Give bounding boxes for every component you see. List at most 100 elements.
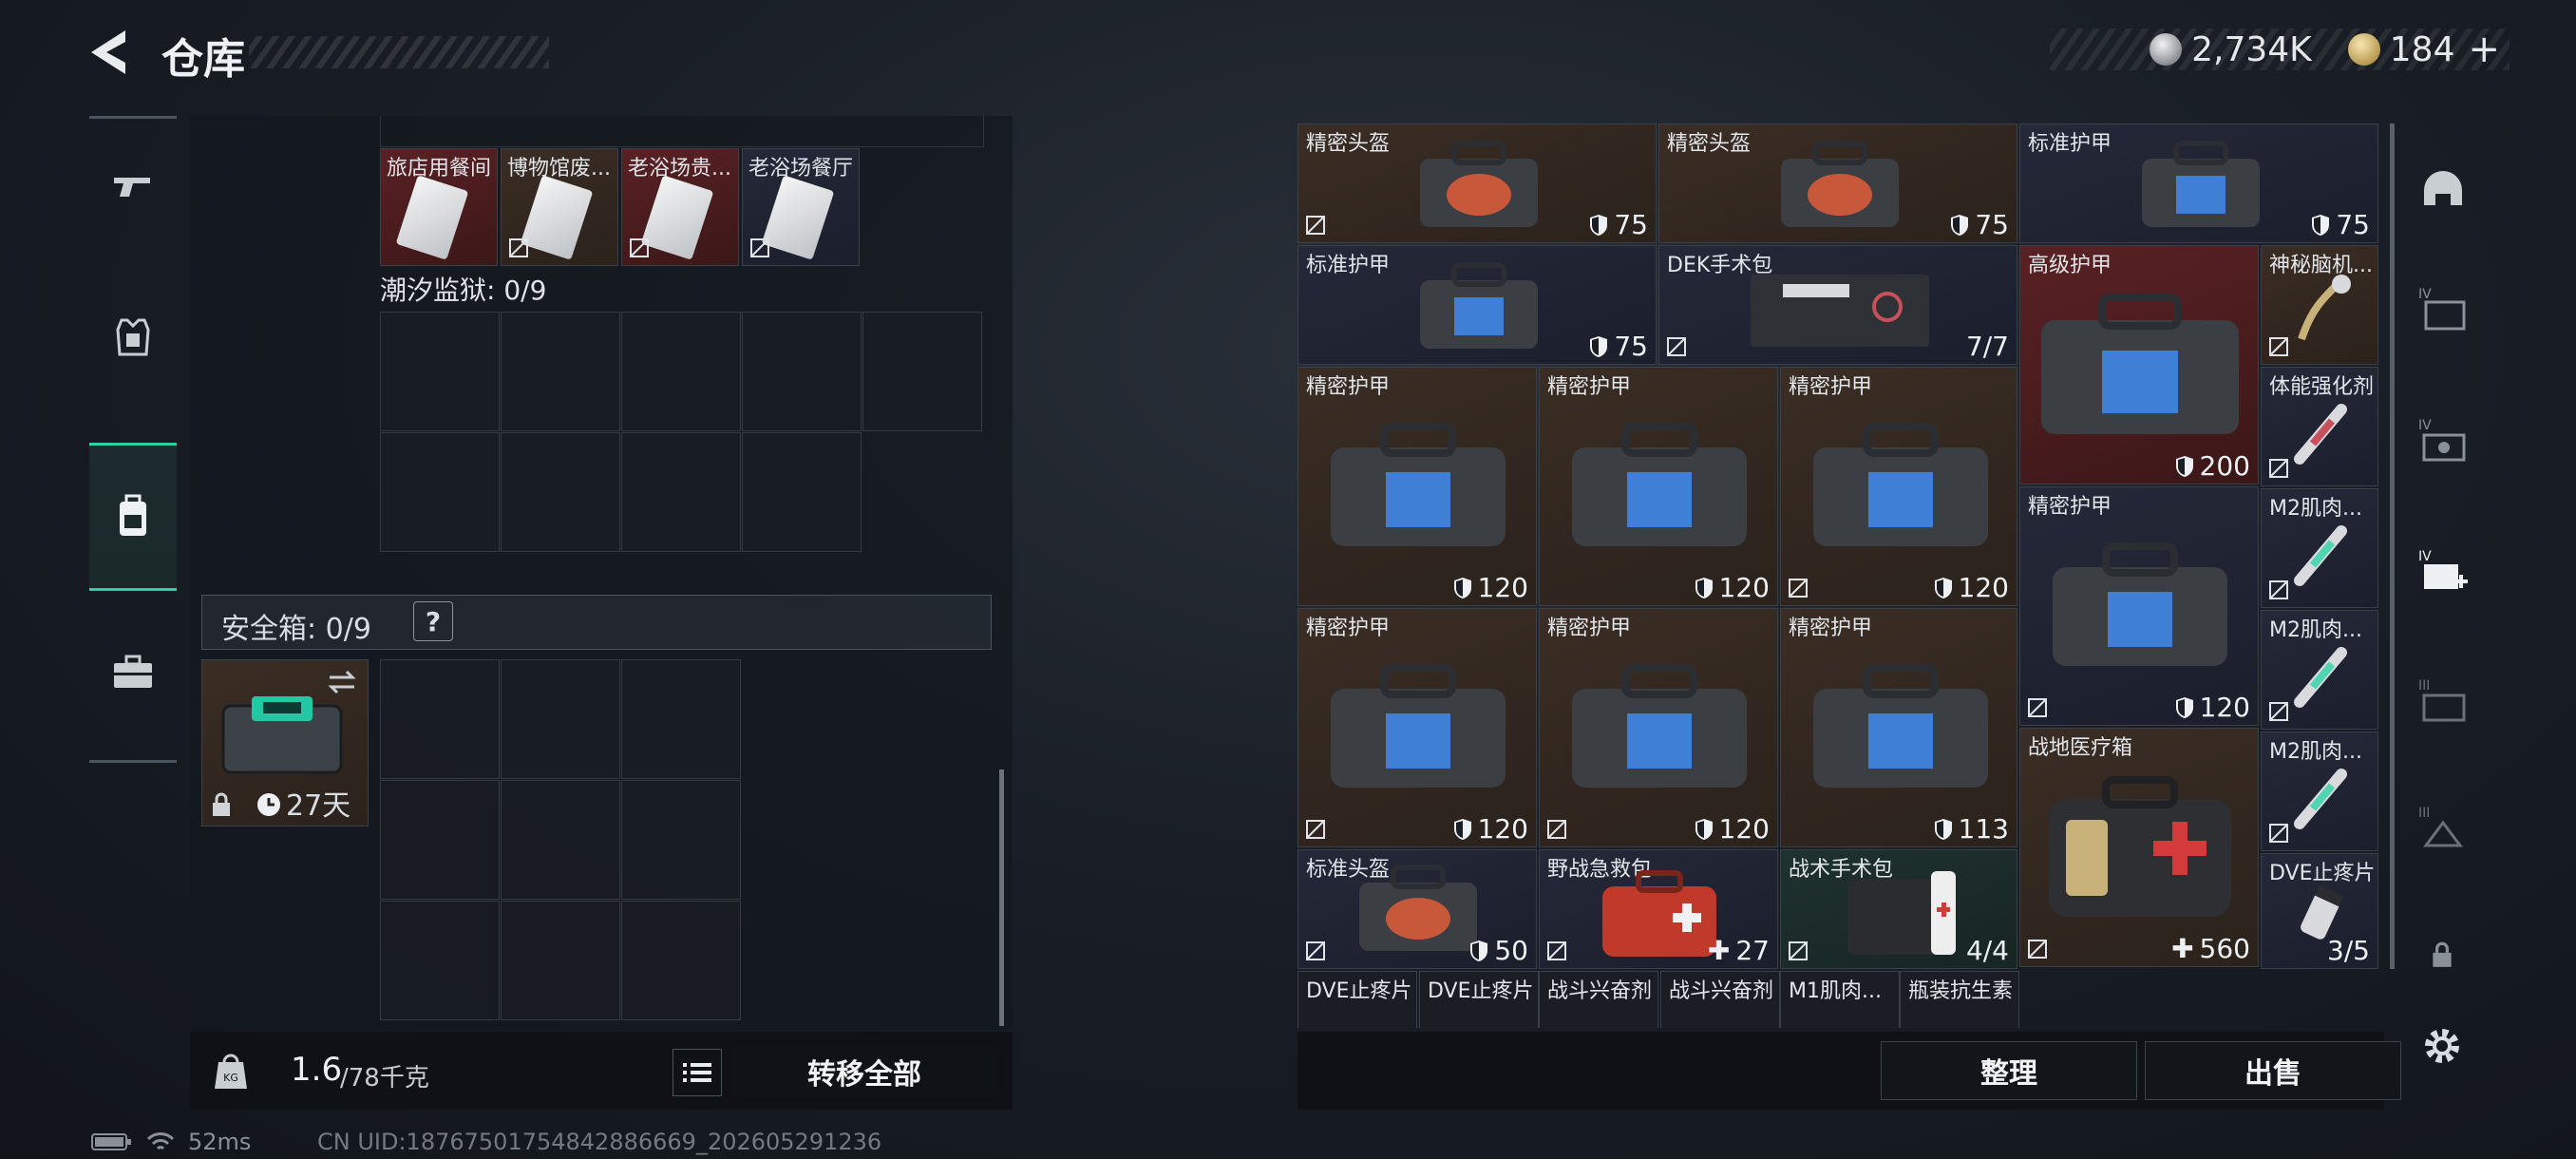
grid-slot[interactable] [862,312,982,431]
stash-item[interactable]: M1肌肉... [1780,971,1900,1028]
grid-slot[interactable] [501,780,620,900]
stash-item[interactable]: 战地医疗箱 ✚ 560 [2019,728,2259,967]
grid-slot[interactable] [621,659,741,779]
stash-item[interactable]: DEK手术包 7/7 [1658,245,2017,365]
stash-item[interactable]: 体能强化剂 [2261,367,2378,486]
inventory-scrollbar[interactable] [999,770,1004,1026]
armor-icon [116,318,150,356]
item-name: 战斗兴奋剂 [1547,979,1653,1003]
grid-slot[interactable] [621,901,741,1020]
stash-item[interactable]: 标准护甲 75 [1297,245,1657,365]
stash-item[interactable]: M2肌肉... [2261,488,2378,608]
lock-icon [213,792,230,816]
container-item[interactable]: 博物馆废... [501,148,618,266]
stash-item[interactable]: 精密护甲 120 [1780,367,2017,606]
tier-iv-folder-icon[interactable]: IV [2418,285,2468,334]
clock-icon [257,793,280,816]
tier-iv-case-icon[interactable]: IV [2418,416,2468,466]
stash-item[interactable]: DVE止疼片 [1297,971,1417,1028]
prison-grid [380,312,982,555]
grid-slot[interactable] [380,659,500,779]
syringe-icon [2294,404,2347,465]
grid-slot[interactable] [501,312,620,431]
tier-iii-box-icon[interactable]: III [2418,804,2468,853]
lock-icon [2433,941,2452,967]
stash-item[interactable]: 标准护甲 75 [2019,124,2378,243]
container-item[interactable]: 老浴场餐厅 [742,148,860,266]
silver-amount: 2,734K [2191,29,2312,69]
stash-item[interactable]: 精密护甲 120 [2019,486,2259,726]
stash-item[interactable]: DVE止疼片 [1419,971,1539,1028]
stash-item[interactable]: 神秘脑机... [2261,245,2378,365]
safe-box-icon [221,696,343,774]
item-name: 标准护甲 [1306,254,1391,277]
grid-slot[interactable] [621,780,741,900]
stash-item[interactable]: 标准头盔 50 [1297,849,1537,969]
stash-item[interactable]: 战斗兴奋剂 [1660,971,1780,1028]
transfer-all-button[interactable]: 转移全部 [731,1045,997,1098]
tab-briefcase[interactable] [89,600,177,743]
keycard-icon [520,175,594,260]
grid-slot[interactable] [742,312,862,431]
add-currency-button[interactable]: + [2468,28,2500,71]
svg-text:III: III [2418,806,2430,821]
back-arrow-icon[interactable] [87,27,133,78]
swap-icon[interactable] [326,668,358,696]
stash-item[interactable]: 精密护甲 113 [1780,608,2017,847]
tab-backpack[interactable] [89,443,177,591]
stash-scrollbar[interactable] [2390,124,2395,969]
item-name: 旅店用餐间 [387,157,492,180]
silver-coin-icon [2150,33,2183,66]
stash-item[interactable]: 精密头盔 75 [1658,124,2017,243]
no-trade-icon [2269,337,2288,356]
sort-button[interactable]: 整理 [1881,1041,2137,1100]
tab-armor[interactable] [89,266,177,408]
item-name: 瓶装抗生素 [1908,979,2014,1003]
item-value: 50 [1469,935,1528,966]
grid-slot[interactable] [380,312,500,431]
grid-slot[interactable] [501,432,620,552]
sell-button[interactable]: 出售 [2145,1041,2401,1100]
stash-item[interactable]: 精密护甲 120 [1539,608,1778,847]
grid-slot[interactable] [621,432,741,552]
stash-item[interactable]: 野战急救包 ✚ 27 [1539,849,1778,969]
tier-iv-medkit-icon[interactable]: IV [2418,547,2468,597]
stash-item[interactable]: 战斗兴奋剂 [1539,971,1658,1028]
stash-item[interactable]: 精密护甲 120 [1297,367,1537,606]
safe-box-item[interactable]: 27天 [201,659,369,826]
stash-item[interactable]: 瓶装抗生素 [1900,971,2019,1028]
grid-slot[interactable] [380,780,500,900]
grid-slot[interactable] [380,432,500,552]
grid-slot[interactable] [501,901,620,1020]
stash-item[interactable]: M2肌肉... [2261,732,2378,851]
helmet-icon[interactable] [2418,167,2468,217]
weight-current: 1.6 [291,1051,343,1089]
stash-item[interactable]: 高级护甲 200 [2019,245,2259,484]
stash-item[interactable]: 精密护甲 120 [1297,608,1537,847]
settings-gear-icon[interactable] [2420,1024,2464,1068]
grid-slot[interactable] [621,312,741,431]
list-view-button[interactable] [672,1049,722,1096]
grid-slot[interactable] [380,901,500,1020]
no-trade-icon [750,238,769,257]
stash-category-rail: IV IV IV III III [2396,116,2483,1056]
grid-slot[interactable] [501,659,620,779]
armor-case-icon [2142,141,2260,227]
battery-icon [91,1133,131,1150]
keycard-icon [640,175,714,260]
help-button[interactable]: ? [413,601,453,641]
left-tab-rail [89,116,177,762]
stash-item[interactable]: 精密护甲 120 [1539,367,1778,606]
stash-item[interactable]: 战术手术包 4/4 [1780,849,2017,969]
shield-icon [1453,577,1471,598]
tab-weapons[interactable] [89,116,177,258]
grid-slot[interactable] [742,432,862,552]
stash-item[interactable]: 精密头盔 75 [1297,124,1657,243]
keycard-icon [395,175,469,260]
container-item[interactable]: 旅店用餐间 [380,148,498,266]
tier-iii-case-icon[interactable]: III [2418,676,2468,726]
stash-item[interactable]: M2肌肉... [2261,610,2378,730]
stash-item[interactable]: DVE止疼片 3/5 [2261,853,2378,969]
game-screen: { "header": { "title": "仓库", "silver_amo… [0,0,2576,1159]
container-item[interactable]: 老浴场贵... [621,148,739,266]
